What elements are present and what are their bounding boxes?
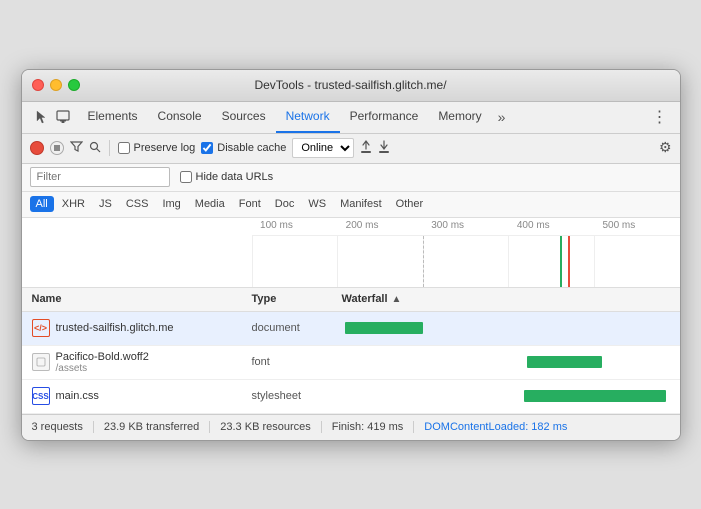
throttle-select[interactable]: Online: [292, 138, 354, 158]
ruler-mark-300: 300 ms: [431, 220, 464, 231]
hide-data-checkbox[interactable]: [180, 171, 192, 183]
maximize-button[interactable]: [68, 79, 80, 91]
ruler-mark-100: 100 ms: [260, 220, 293, 231]
row-sub: /assets: [56, 363, 149, 374]
finish-line: [568, 236, 570, 287]
type-tab-css[interactable]: CSS: [120, 196, 155, 212]
resources-size: 23.3 KB resources: [210, 421, 322, 433]
html-icon: </>: [32, 319, 50, 337]
disable-cache-label[interactable]: Disable cache: [201, 142, 286, 154]
cursor-icon[interactable]: [30, 106, 52, 128]
tab-console[interactable]: Console: [148, 101, 212, 133]
record-button[interactable]: [30, 141, 44, 155]
more-tabs-button[interactable]: »: [492, 109, 512, 125]
header-waterfall: Waterfall ▲: [342, 293, 680, 305]
row-name-cell: Pacifico-Bold.woff2 /assets: [22, 351, 252, 374]
tab-elements[interactable]: Elements: [78, 101, 148, 133]
requests-table: Name Type Waterfall ▲ </> trusted-sailfi…: [22, 288, 680, 414]
dom-loaded-line: [560, 236, 562, 287]
row-name-cell: CSS main.css: [22, 387, 252, 405]
table-row[interactable]: Pacifico-Bold.woff2 /assets font: [22, 346, 680, 380]
dom-loaded-time: DOMContentLoaded: 182 ms: [414, 421, 577, 433]
type-tab-doc[interactable]: Doc: [269, 196, 301, 212]
type-tab-img[interactable]: Img: [156, 196, 186, 212]
row-waterfall: [342, 380, 680, 413]
close-button[interactable]: [32, 79, 44, 91]
nav-toolbar: Elements Console Sources Network Perform…: [22, 102, 680, 134]
preserve-log-label[interactable]: Preserve log: [118, 142, 196, 154]
transferred-size: 23.9 KB transferred: [94, 421, 210, 433]
search-icon[interactable]: [89, 141, 101, 156]
kebab-menu-button[interactable]: ⋮: [648, 107, 672, 127]
row-waterfall: [342, 346, 680, 379]
export-icon[interactable]: [378, 140, 390, 157]
hide-data-text: Hide data URLs: [196, 171, 274, 183]
ruler-mark-200: 200 ms: [346, 220, 379, 231]
statusbar: 3 requests 23.9 KB transferred 23.3 KB r…: [22, 414, 680, 440]
finish-time: Finish: 419 ms: [322, 421, 415, 433]
table-row[interactable]: </> trusted-sailfish.glitch.me document: [22, 312, 680, 346]
row-name-cell: </> trusted-sailfish.glitch.me: [22, 319, 252, 337]
ruler-mark-400: 400 ms: [517, 220, 550, 231]
type-tab-xhr[interactable]: XHR: [56, 196, 91, 212]
filter-icon[interactable]: [70, 141, 83, 155]
filter-input[interactable]: [30, 167, 170, 187]
nav-tabs: Elements Console Sources Network Perform…: [78, 101, 512, 133]
row-type: stylesheet: [252, 390, 342, 402]
row-name: main.css: [56, 390, 99, 402]
import-icon[interactable]: [360, 140, 372, 157]
network-toolbar: Preserve log Disable cache Online ⚙: [22, 134, 680, 164]
type-tab-ws[interactable]: WS: [302, 196, 332, 212]
requests-count: 3 requests: [32, 421, 94, 433]
row-type: document: [252, 322, 342, 334]
sort-arrow-icon: ▲: [392, 294, 402, 305]
row-name-text: Pacifico-Bold.woff2 /assets: [56, 351, 149, 374]
titlebar: DevTools - trusted-sailfish.glitch.me/: [22, 70, 680, 102]
disable-cache-text: Disable cache: [217, 142, 286, 154]
row-waterfall: [342, 312, 680, 345]
tab-memory[interactable]: Memory: [428, 101, 491, 133]
row-type: font: [252, 356, 342, 368]
settings-icon[interactable]: ⚙: [659, 139, 672, 155]
header-name: Name: [22, 293, 252, 305]
header-type: Type: [252, 293, 342, 305]
css-icon: CSS: [32, 387, 50, 405]
minimize-button[interactable]: [50, 79, 62, 91]
stop-button[interactable]: [50, 141, 64, 155]
type-tab-all[interactable]: All: [30, 196, 54, 212]
nav-icons: [30, 106, 74, 128]
tab-network[interactable]: Network: [276, 101, 340, 133]
devtools-window: DevTools - trusted-sailfish.glitch.me/ E…: [21, 69, 681, 441]
filter-row: Hide data URLs: [22, 164, 680, 192]
preserve-log-text: Preserve log: [134, 142, 196, 154]
font-icon: [32, 353, 50, 371]
row-name: trusted-sailfish.glitch.me: [56, 322, 174, 334]
toolbar-right: ⋮: [648, 107, 672, 127]
table-row[interactable]: CSS main.css stylesheet: [22, 380, 680, 414]
ruler-mark-500: 500 ms: [602, 220, 635, 231]
traffic-lights: [32, 79, 80, 91]
separator: [109, 140, 110, 156]
type-tab-manifest[interactable]: Manifest: [334, 196, 388, 212]
type-filter-tabs: All XHR JS CSS Img Media Font Doc WS Man…: [22, 192, 680, 218]
type-tab-other[interactable]: Other: [390, 196, 430, 212]
hide-data-label[interactable]: Hide data URLs: [180, 171, 274, 183]
waterfall-timeline: 100 ms 200 ms 300 ms 400 ms 500 ms: [22, 218, 680, 288]
stop-icon: [54, 145, 60, 151]
inspect-icon[interactable]: [52, 106, 74, 128]
waterfall-bar: [527, 356, 601, 368]
window-title: DevTools - trusted-sailfish.glitch.me/: [254, 78, 446, 92]
type-tab-font[interactable]: Font: [233, 196, 267, 212]
waterfall-bar: [524, 390, 666, 402]
tab-performance[interactable]: Performance: [340, 101, 429, 133]
type-tab-js[interactable]: JS: [93, 196, 118, 212]
waterfall-bar: [345, 322, 423, 334]
tab-sources[interactable]: Sources: [212, 101, 276, 133]
preserve-log-checkbox[interactable]: [118, 142, 130, 154]
disable-cache-checkbox[interactable]: [201, 142, 213, 154]
type-tab-media[interactable]: Media: [189, 196, 231, 212]
row-name: Pacifico-Bold.woff2: [56, 351, 149, 363]
table-header: Name Type Waterfall ▲: [22, 288, 680, 312]
